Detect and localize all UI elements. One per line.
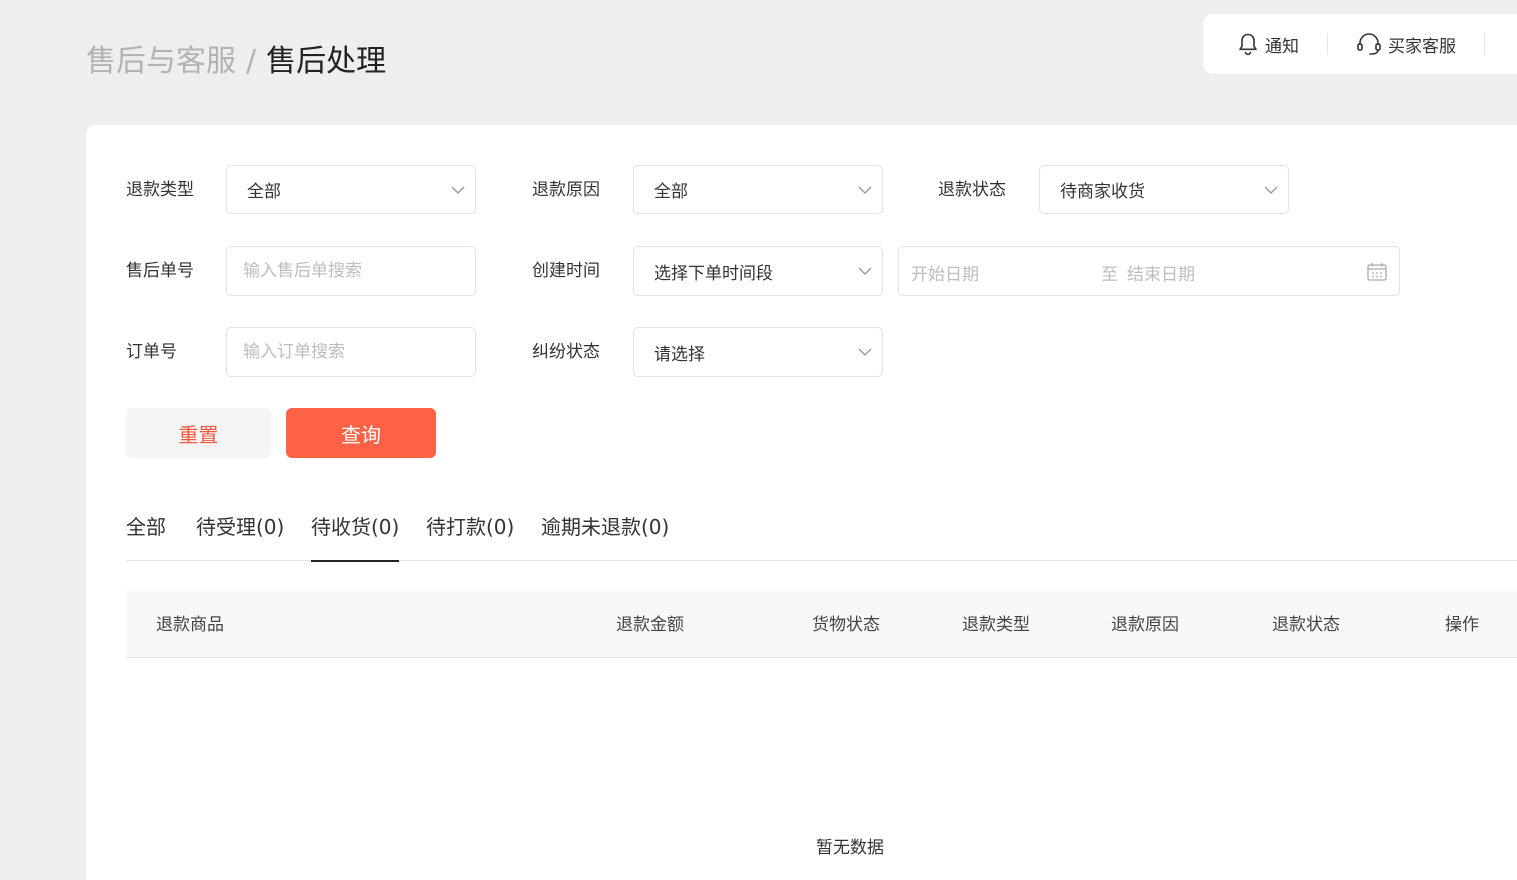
tab-overdue-refund[interactable]: 逾期未退款(0) (541, 513, 669, 541)
query-button[interactable]: 查询 (286, 408, 436, 458)
column-header: 退款金额 (616, 615, 684, 635)
topbar-divider (1327, 33, 1328, 55)
buyer-service-button[interactable]: 买家客服 (1356, 32, 1456, 57)
dispute-status-value: 请选择 (654, 344, 705, 365)
create-time-select[interactable]: 选择下单时间段 (633, 246, 883, 296)
column-header: 货物状态 (812, 615, 880, 635)
status-tabs: 全部 待受理(0) 待收货(0) 待打款(0) 逾期未退款(0) (126, 505, 1517, 562)
top-toolbar: 通知 买家客服 (1203, 14, 1517, 74)
chevron-down-icon (451, 186, 465, 194)
empty-state-text: 暂无数据 (816, 838, 884, 858)
refund-type-value: 全部 (247, 182, 281, 202)
main-card: 退款类型 全部 退款原因 全部 退款状态 待商家收货 售后单号 创建时间 选择下… (86, 125, 1517, 880)
tab-pending-accept[interactable]: 待受理(0) (196, 513, 284, 541)
end-date-placeholder[interactable]: 结束日期 (1127, 260, 1195, 285)
calendar-icon (1367, 263, 1387, 281)
page: 售后与客服 / 售后处理 通知 买家客服 退款类型 全部 退款原因 全部 退款状… (0, 0, 1517, 880)
breadcrumb: 售后与客服 / 售后处理 (86, 40, 386, 84)
column-header: 退款原因 (1111, 615, 1179, 635)
chevron-down-icon (858, 186, 872, 194)
aftersale-no-label: 售后单号 (126, 261, 194, 281)
start-date-placeholder[interactable]: 开始日期 (911, 260, 979, 285)
breadcrumb-parent[interactable]: 售后与客服 (86, 44, 236, 79)
dispute-status-label: 纠纷状态 (532, 342, 600, 362)
refund-type-label: 退款类型 (126, 180, 194, 200)
aftersale-no-input[interactable] (243, 261, 475, 281)
refund-status-select[interactable]: 待商家收货 (1039, 165, 1289, 214)
dispute-status-select[interactable]: 请选择 (633, 327, 883, 377)
table-header: 退款商品 退款金额 货物状态 退款类型 退款原因 退款状态 操作 (126, 591, 1517, 658)
buyer-service-label: 买家客服 (1388, 36, 1456, 57)
date-range-picker[interactable]: 开始日期 至 结束日期 (898, 246, 1400, 296)
create-time-value: 选择下单时间段 (654, 263, 773, 284)
notify-label: 通知 (1265, 36, 1299, 57)
create-time-label: 创建时间 (532, 261, 600, 281)
headset-icon (1357, 33, 1381, 55)
breadcrumb-separator: / (246, 44, 257, 79)
order-no-field (226, 327, 476, 377)
column-header: 退款商品 (156, 615, 224, 635)
topbar-divider (1484, 33, 1485, 55)
aftersale-no-field (226, 246, 476, 296)
notify-button[interactable]: 通知 (1237, 32, 1299, 57)
chevron-down-icon (858, 348, 872, 356)
refund-status-value: 待商家收货 (1060, 182, 1145, 202)
chevron-down-icon (858, 267, 872, 275)
tab-pending-receipt[interactable]: 待收货(0) (311, 513, 400, 562)
page-title: 售后处理 (266, 44, 387, 79)
date-range-separator: 至 (1101, 265, 1118, 285)
refund-status-label: 退款状态 (938, 180, 1006, 200)
reset-button[interactable]: 重置 (126, 408, 271, 458)
refund-type-select[interactable]: 全部 (226, 165, 476, 214)
refund-reason-label: 退款原因 (532, 180, 600, 200)
column-header: 操作 (1445, 615, 1479, 635)
order-no-input[interactable] (243, 342, 475, 362)
order-no-label: 订单号 (126, 342, 177, 362)
bell-icon (1239, 33, 1257, 56)
refund-reason-value: 全部 (654, 182, 688, 202)
chevron-down-icon (1264, 186, 1278, 194)
tab-all[interactable]: 全部 (126, 513, 166, 541)
column-header: 退款类型 (962, 615, 1030, 635)
refund-reason-select[interactable]: 全部 (633, 165, 883, 214)
tab-pending-payment[interactable]: 待打款(0) (426, 513, 514, 541)
column-header: 退款状态 (1272, 615, 1340, 635)
